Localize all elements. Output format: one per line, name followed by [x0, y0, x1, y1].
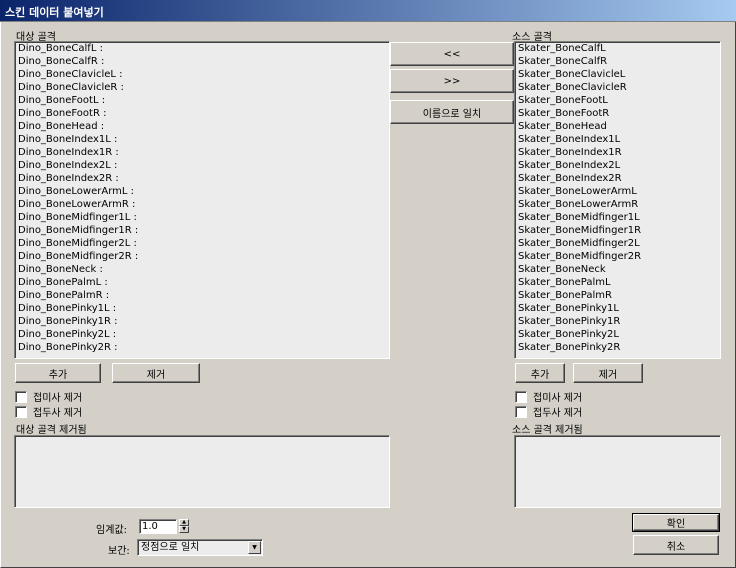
list-item[interactable]: Dino_BoneIndex1L :	[15, 133, 389, 146]
source-removed-list[interactable]	[514, 435, 721, 508]
match-by-name-button[interactable]: 이름으로 일치	[390, 100, 514, 124]
list-item[interactable]: Skater_BonePalmR	[515, 289, 720, 302]
chevron-down-icon[interactable]: ▼	[248, 541, 261, 554]
list-item[interactable]: Dino_BoneNeck :	[15, 263, 389, 276]
list-item[interactable]: Skater_BoneHead	[515, 120, 720, 133]
source-remove-prefix-checkbox[interactable]: 접두사 제거	[515, 404, 582, 419]
match-by-name-label: 이름으로 일치	[422, 108, 482, 120]
threshold-value: 1.0	[142, 521, 158, 532]
target-remove-button[interactable]: 제거	[112, 363, 200, 383]
spinner-up-icon[interactable]: ▲	[179, 519, 189, 526]
list-item[interactable]: Skater_BoneMidfinger2R	[515, 250, 720, 263]
list-item[interactable]: Dino_BoneIndex1R :	[15, 146, 389, 159]
source-remove-prefix-label: 접두사 제거	[533, 408, 583, 419]
list-item[interactable]: Dino_BoneCalfR :	[15, 55, 389, 68]
target-remove-suffix-label: 접미사 제거	[33, 393, 83, 404]
source-remove-suffix-checkbox[interactable]: 접미사 제거	[515, 389, 582, 404]
list-item[interactable]: Dino_BonePinky1R :	[15, 315, 389, 328]
list-item[interactable]: Dino_BoneClavicleR :	[15, 81, 389, 94]
move-right-label: >>	[443, 75, 461, 87]
list-item[interactable]: Skater_BoneIndex2R	[515, 172, 720, 185]
list-item[interactable]: Dino_BoneFootL :	[15, 94, 389, 107]
list-item[interactable]: Skater_BoneCalfR	[515, 55, 720, 68]
list-item[interactable]: Skater_BonePinky1L	[515, 302, 720, 315]
threshold-input[interactable]: 1.0	[139, 519, 177, 534]
list-item[interactable]: Skater_BoneIndex1L	[515, 133, 720, 146]
list-item[interactable]: Skater_BoneCalfL	[515, 42, 720, 55]
source-removed-label: 소스 골격 제거됨	[512, 425, 583, 436]
target-bones-list[interactable]: Dino_BoneCalfL : Dino_BoneCalfR : Dino_Bon…	[14, 41, 390, 359]
threshold-spinner[interactable]: ▲ ▼	[179, 519, 189, 533]
list-item[interactable]: Skater_BoneLowerArmR	[515, 198, 720, 211]
ok-label: 확인	[666, 519, 686, 530]
checkbox-box[interactable]	[15, 405, 27, 418]
list-item[interactable]: Skater_BoneIndex2L	[515, 159, 720, 172]
list-item[interactable]: Skater_BonePalmL	[515, 276, 720, 289]
list-item[interactable]: Dino_BoneClavicleL :	[15, 68, 389, 81]
interp-dropdown[interactable]: 정점으로 일치 ▼	[137, 539, 263, 556]
list-item[interactable]: Dino_BoneMidfinger1R :	[15, 224, 389, 237]
target-removed-label: 대상 골격 제거됨	[16, 425, 87, 436]
source-bones-list[interactable]: Skater_BoneCalfL Skater_BoneCalfR Skater_B…	[514, 41, 721, 359]
checkbox-box[interactable]	[15, 390, 27, 403]
interp-label: 보간:	[108, 546, 130, 557]
target-removed-list[interactable]	[14, 435, 390, 508]
list-item[interactable]: Skater_BoneMidfinger2L	[515, 237, 720, 250]
list-item[interactable]: Skater_BonePinky1R	[515, 315, 720, 328]
list-item[interactable]: Skater_BoneFootR	[515, 107, 720, 120]
cancel-label: 취소	[666, 541, 686, 553]
list-item[interactable]: Dino_BoneMidfinger2R :	[15, 250, 389, 263]
list-item[interactable]: Skater_BoneNeck	[515, 263, 720, 276]
list-item[interactable]: Dino_BoneHead :	[15, 120, 389, 133]
list-item[interactable]: Dino_BoneMidfinger2L :	[15, 237, 389, 250]
list-item[interactable]: Dino_BoneLowerArmR :	[15, 198, 389, 211]
target-add-label: 추가	[48, 369, 68, 381]
list-item[interactable]: Skater_BoneClavicleR	[515, 81, 720, 94]
source-remove-suffix-label: 접미사 제거	[533, 393, 583, 404]
window-title: 스킨 데이터 붙여넣기	[5, 6, 104, 19]
target-remove-prefix-checkbox[interactable]: 접두사 제거	[15, 404, 82, 419]
source-remove-button[interactable]: 제거	[573, 363, 643, 383]
target-remove-suffix-checkbox[interactable]: 접미사 제거	[15, 389, 82, 404]
list-item[interactable]: Skater_BonePinky2L	[515, 328, 720, 341]
list-item[interactable]: Skater_BoneIndex1R	[515, 146, 720, 159]
move-right-button[interactable]: >>	[390, 69, 514, 93]
list-item[interactable]: Skater_BonePinky2R	[515, 341, 720, 354]
source-add-button[interactable]: 추가	[515, 363, 565, 383]
ok-button[interactable]: 확인	[632, 513, 720, 532]
list-item[interactable]: Dino_BoneLowerArmL :	[15, 185, 389, 198]
list-item[interactable]: Dino_BonePinky2L :	[15, 328, 389, 341]
list-item[interactable]: Dino_BoneIndex2R :	[15, 172, 389, 185]
threshold-label: 임계값:	[96, 525, 127, 536]
list-item[interactable]: Dino_BonePinky1L :	[15, 302, 389, 315]
list-item[interactable]: Dino_BonePalmL :	[15, 276, 389, 289]
target-remove-prefix-label: 접두사 제거	[33, 408, 83, 419]
list-item[interactable]: Skater_BoneClavicleL	[515, 68, 720, 81]
list-item[interactable]: Dino_BonePalmR :	[15, 289, 389, 302]
list-item[interactable]: Dino_BoneCalfL :	[15, 42, 389, 55]
source-add-label: 추가	[530, 369, 550, 381]
spinner-down-icon[interactable]: ▼	[179, 526, 189, 533]
checkbox-box[interactable]	[515, 405, 527, 418]
move-left-label: <<	[443, 48, 461, 60]
interp-value: 정점으로 일치	[141, 542, 200, 553]
list-item[interactable]: Skater_BoneMidfinger1R	[515, 224, 720, 237]
list-item[interactable]: Dino_BoneFootR :	[15, 107, 389, 120]
list-item[interactable]: Dino_BoneIndex2L :	[15, 159, 389, 172]
list-item[interactable]: Skater_BoneMidfinger1L	[515, 211, 720, 224]
title-bar[interactable]: 스킨 데이터 붙여넣기	[0, 0, 736, 22]
source-remove-label: 제거	[598, 369, 618, 381]
list-item[interactable]: Dino_BonePinky2R :	[15, 341, 389, 354]
checkbox-box[interactable]	[515, 390, 527, 403]
move-left-button[interactable]: <<	[390, 42, 514, 66]
list-item[interactable]: Skater_BoneLowerArmL	[515, 185, 720, 198]
target-add-button[interactable]: 추가	[15, 363, 101, 383]
cancel-button[interactable]: 취소	[633, 535, 719, 555]
list-item[interactable]: Dino_BoneMidfinger1L :	[15, 211, 389, 224]
target-remove-label: 제거	[146, 369, 166, 381]
list-item[interactable]: Skater_BoneFootL	[515, 94, 720, 107]
